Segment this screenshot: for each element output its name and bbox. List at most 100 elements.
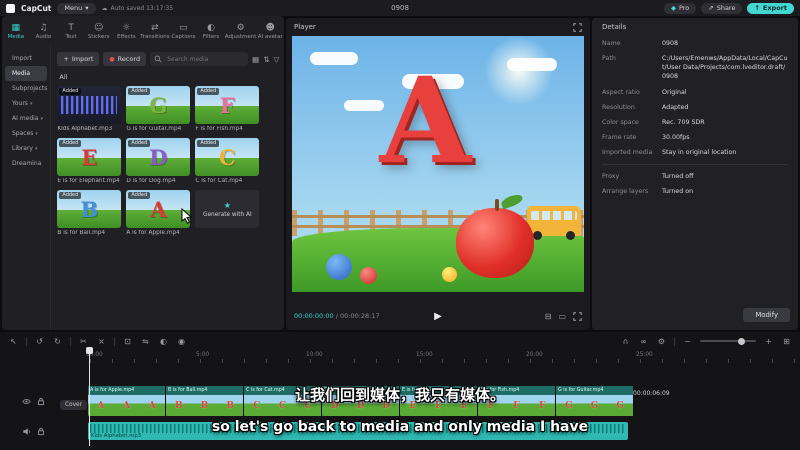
capcut-logo-icon bbox=[6, 3, 15, 13]
detail-row-resolution: Resolution Adapted bbox=[602, 103, 689, 111]
clip-label: G is for Guitar.mp4 bbox=[556, 386, 633, 395]
details-panel: Details Name 0908 Path C:/Users/Emenws/App… bbox=[592, 18, 798, 330]
sun-graphic bbox=[484, 36, 554, 106]
preview-letter-a: A bbox=[379, 50, 472, 190]
detach-player-icon[interactable] bbox=[573, 22, 582, 32]
zoom-slider[interactable] bbox=[700, 337, 756, 345]
detail-row-color-space: Color space Rec. 709 SDR bbox=[602, 118, 705, 126]
sidebar-item-yours[interactable]: Yours ▾ bbox=[5, 96, 47, 111]
tab-media[interactable]: ▦ Media bbox=[2, 23, 30, 40]
crop-icon[interactable]: ⊡ bbox=[122, 337, 133, 346]
subtitle-english: so let's go back to media and only media… bbox=[211, 419, 589, 435]
share-button[interactable]: ⇗ Share bbox=[701, 2, 743, 14]
tab-transitions[interactable]: ⇄ Transitions bbox=[140, 23, 169, 40]
tab-effects[interactable]: ☼ Effects bbox=[113, 23, 141, 40]
media-toolbar: +Import ●Record ▦ ⇅ ▽ bbox=[57, 52, 279, 66]
link-icon[interactable]: ∞ bbox=[638, 337, 649, 346]
sidebar-item-ai-media[interactable]: AI media ▾ bbox=[5, 111, 47, 126]
timeline-clip-b[interactable]: B is for Ball.mp4 B B B bbox=[166, 386, 244, 416]
tab-adjustment[interactable]: ⚙ Adjustment bbox=[225, 23, 257, 40]
apple-graphic bbox=[455, 192, 534, 278]
sidebar-item-import[interactable]: Import bbox=[5, 51, 47, 66]
media-thumb-g[interactable]: G Added bbox=[126, 86, 191, 124]
fit-timeline-icon[interactable]: ⊞ bbox=[781, 337, 792, 346]
media-thumb-f[interactable]: F Added bbox=[195, 86, 260, 124]
filter-icon[interactable]: ▽ bbox=[274, 55, 280, 64]
timeline-clip-a[interactable]: A is for Apple.mp4 A A A bbox=[88, 386, 166, 416]
time-ruler[interactable]: 00:00 5:00 10:00 15:00 20:00 25:00 bbox=[0, 350, 800, 364]
divider bbox=[602, 164, 788, 166]
sidebar-item-library[interactable]: Library ▾ bbox=[5, 141, 47, 156]
generate-with-ai-button[interactable]: ★ Generate with AI bbox=[195, 190, 260, 228]
play-button[interactable]: ▶ bbox=[434, 311, 442, 322]
chevron-down-icon: ▾ bbox=[29, 100, 33, 107]
stickers-icon: ☺ bbox=[93, 22, 104, 33]
select-tool-icon[interactable]: ↖ bbox=[8, 337, 19, 346]
audio-clip-label: Kids Alphabet.mp3 bbox=[91, 433, 142, 439]
cloud-graphic bbox=[507, 58, 557, 71]
added-badge: Added bbox=[128, 88, 151, 95]
tab-ai-avatar[interactable]: ☻ AI avatar bbox=[256, 23, 284, 40]
import-button[interactable]: + Import bbox=[57, 52, 100, 66]
zoom-in-icon[interactable]: + bbox=[763, 337, 774, 346]
divider bbox=[70, 336, 71, 346]
redo-icon[interactable]: ↻ bbox=[52, 337, 63, 346]
grid-view-icon[interactable]: ▦ bbox=[252, 55, 259, 64]
sort-icon[interactable]: ⇅ bbox=[263, 55, 269, 64]
lock-track-icon[interactable] bbox=[37, 427, 45, 436]
lock-track-icon[interactable] bbox=[37, 397, 45, 406]
mirror-icon[interactable]: ⇋ bbox=[140, 337, 151, 346]
search-box[interactable] bbox=[150, 52, 249, 66]
search-input[interactable] bbox=[165, 54, 245, 64]
split-icon[interactable]: ✂ bbox=[78, 337, 89, 346]
zoom-slider-knob[interactable] bbox=[738, 337, 746, 345]
media-thumb-kids-alphabet[interactable]: Added bbox=[57, 86, 122, 124]
delete-icon[interactable]: × bbox=[96, 337, 107, 346]
tab-audio[interactable]: ♫ Audio bbox=[30, 23, 58, 40]
export-button[interactable]: ↑ Export bbox=[747, 2, 794, 14]
media-item-label: Kids Alphabet.mp3 bbox=[57, 126, 113, 132]
video-preview[interactable]: A bbox=[292, 36, 584, 292]
tab-filters[interactable]: ◐ Filters bbox=[197, 23, 225, 40]
zoom-out-icon[interactable]: − bbox=[682, 337, 693, 346]
modify-button[interactable]: Modify bbox=[743, 308, 790, 322]
fullscreen-icon[interactable] bbox=[573, 311, 582, 321]
detail-row-arrange-layers: Arrange layers Turned on bbox=[602, 188, 694, 196]
sidebar-item-media[interactable]: Media bbox=[5, 66, 48, 81]
media-thumb-d[interactable]: D Added bbox=[126, 138, 191, 176]
chevron-down-icon: ▾ bbox=[35, 130, 38, 137]
sidebar-item-spaces[interactable]: Spaces ▾ bbox=[5, 126, 47, 141]
timeline-settings-icon[interactable]: ⚙ bbox=[656, 337, 667, 346]
media-item-label: A is for Apple.mp4 bbox=[126, 230, 180, 236]
menu-button[interactable]: Menu ▾ bbox=[57, 2, 96, 14]
audio-track-header bbox=[0, 422, 45, 440]
media-thumb-b[interactable]: B Added bbox=[57, 190, 122, 228]
media-item: B Added B is for Ball.mp4 bbox=[57, 190, 122, 236]
tab-text[interactable]: T Text bbox=[57, 23, 85, 40]
tab-captions[interactable]: ▭ Captions bbox=[170, 23, 198, 40]
magnet-icon[interactable]: ∩ bbox=[620, 337, 631, 346]
split-view-icon[interactable]: ⊟ bbox=[545, 312, 552, 321]
chevron-down-icon: ▾ bbox=[34, 145, 38, 152]
media-thumb-c[interactable]: C Added bbox=[195, 138, 260, 176]
cloud-graphic bbox=[310, 52, 358, 65]
mute-track-icon[interactable] bbox=[22, 427, 31, 436]
media-sidebar: Import Media Subprojects Yours ▾ AI media… bbox=[2, 46, 52, 330]
media-thumb-e[interactable]: E Added bbox=[57, 138, 122, 176]
mouse-cursor bbox=[181, 208, 193, 224]
added-badge: Added bbox=[197, 88, 220, 95]
speed-icon[interactable]: ◐ bbox=[158, 337, 169, 346]
pro-button[interactable]: ◆ Pro bbox=[663, 2, 697, 14]
hide-track-icon[interactable] bbox=[22, 397, 31, 406]
sidebar-item-dreamina[interactable]: Dreamina bbox=[5, 156, 47, 171]
mask-icon[interactable]: ◉ bbox=[176, 337, 187, 346]
sidebar-item-subprojects[interactable]: Subprojects bbox=[5, 81, 47, 96]
record-button[interactable]: ● Record bbox=[103, 52, 147, 66]
cover-button[interactable]: Cover bbox=[60, 400, 87, 410]
tab-stickers[interactable]: ☺ Stickers bbox=[85, 23, 113, 40]
undo-icon[interactable]: ↺ bbox=[34, 337, 45, 346]
timeline-clip-g[interactable]: G is for Guitar.mp4 G G G bbox=[556, 386, 634, 416]
ratio-icon[interactable]: ▭ bbox=[558, 312, 566, 321]
media-grid: Added Kids Alphabet.mp3 G Added G is for … bbox=[57, 86, 279, 236]
playhead[interactable] bbox=[89, 350, 90, 446]
